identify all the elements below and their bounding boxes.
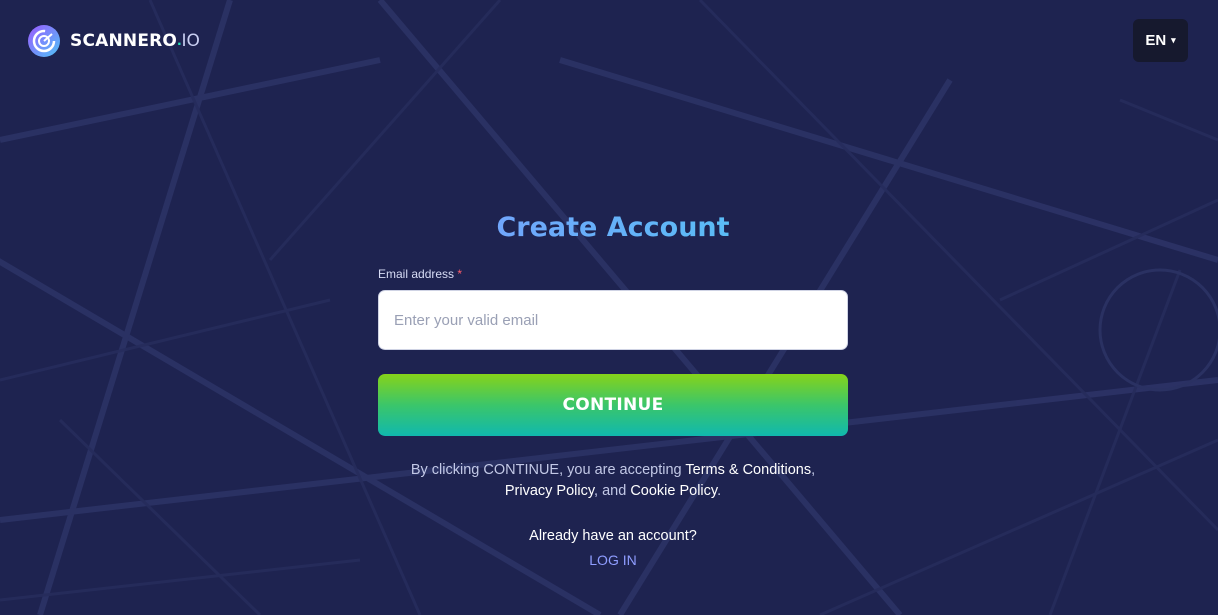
- terms-suffix: .: [717, 483, 722, 499]
- login-link[interactable]: LOG IN: [378, 552, 848, 568]
- terms-and: , and: [594, 483, 631, 499]
- cookie-link[interactable]: Cookie Policy: [630, 483, 717, 499]
- terms-notice: By clicking CONTINUE, you are accepting …: [358, 460, 868, 502]
- email-label: Email address *: [378, 267, 462, 281]
- scannero-logo-icon: [28, 25, 60, 57]
- already-account-text: Already have an account?: [529, 528, 697, 544]
- privacy-link[interactable]: Privacy Policy: [505, 483, 594, 499]
- language-label: EN: [1145, 32, 1167, 49]
- brand[interactable]: SCANNERO. IO: [28, 24, 200, 58]
- language-selector[interactable]: EN ▾: [1133, 19, 1188, 62]
- brand-name: SCANNERO: [70, 31, 178, 51]
- signup-form: Create Account Email address * CONTINUE …: [378, 200, 848, 568]
- email-label-text: Email address: [378, 267, 455, 281]
- page-title: Create Account: [378, 208, 848, 248]
- brand-tld: IO: [181, 31, 200, 51]
- required-marker: *: [457, 267, 463, 281]
- continue-button[interactable]: CONTINUE: [378, 374, 848, 436]
- caret-down-icon: ▾: [1171, 35, 1176, 45]
- site-header: SCANNERO. IO EN ▾: [0, 0, 1218, 82]
- terms-link[interactable]: Terms & Conditions: [685, 462, 811, 478]
- email-input[interactable]: [378, 290, 848, 350]
- terms-prefix: By clicking CONTINUE, you are accepting: [410, 462, 686, 478]
- terms-comma: ,: [811, 462, 816, 478]
